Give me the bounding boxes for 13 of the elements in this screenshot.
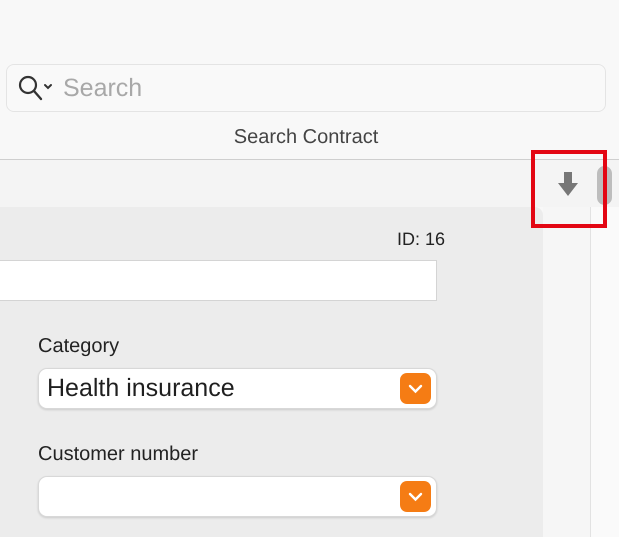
search-icon	[17, 74, 55, 102]
search-input[interactable]: Search	[61, 72, 595, 104]
field-label: Customer number	[38, 443, 200, 466]
dropdown[interactable]: Health insurance	[38, 368, 437, 409]
field-label: Category	[38, 335, 120, 358]
record-id: ID: 16	[396, 229, 445, 250]
text-field[interactable]	[0, 260, 437, 301]
chevron-down-icon	[400, 373, 431, 404]
download-icon[interactable]	[558, 172, 578, 196]
chevron-down-icon	[400, 481, 431, 512]
dropdown[interactable]	[38, 476, 437, 517]
window-title: Search Contract	[232, 126, 380, 149]
search-bar[interactable]: Search	[6, 64, 606, 112]
